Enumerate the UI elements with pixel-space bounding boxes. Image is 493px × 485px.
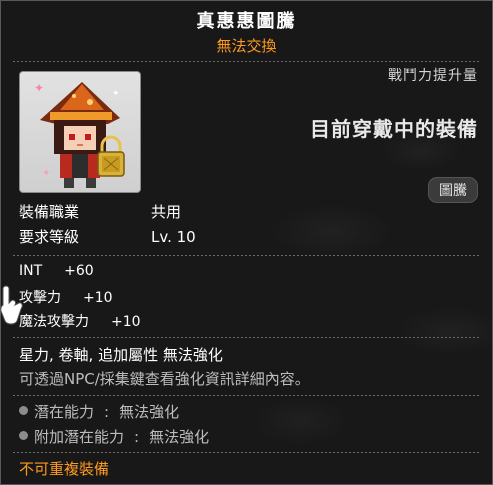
item-description: 可透過NPC/採集鍵查看強化資訊詳細內容。: [19, 370, 310, 388]
lock-icon: [97, 135, 125, 177]
item-type-badge: 圖騰: [428, 177, 478, 203]
stat-row-int: INT +60: [19, 263, 94, 279]
additional-potential-row: 附加潛在能力: 無法強化: [19, 426, 209, 447]
divider-potential: [13, 395, 480, 396]
stat-value: +10: [111, 314, 141, 330]
combat-power-label: 戰鬥力提升量: [388, 68, 478, 84]
hand-cursor-icon: [1, 285, 23, 325]
bullet-dot-icon: [19, 406, 28, 415]
item-tooltip: 真惠惠圖騰 無法交換 ✦ ✦ ✦ 戰鬥力提升量 目前穿戴中的裝備 圖騰 裝備職業…: [0, 0, 493, 485]
requirement-key: 裝備職業: [19, 203, 80, 221]
requirement-key: 要求等級: [19, 228, 80, 246]
stat-key: 魔法攻擊力: [19, 314, 89, 330]
trade-status: 無法交換: [216, 37, 277, 55]
stat-key: 攻擊力: [19, 290, 61, 306]
potential-key: 附加潛在能力: [34, 428, 125, 446]
stat-value: +10: [83, 290, 113, 306]
potential-value: 無法強化: [119, 403, 180, 421]
stat-row-attack: 攻擊力 +10: [19, 287, 113, 307]
item-icon-frame: ✦ ✦ ✦: [19, 71, 141, 193]
megumin-totem-icon: ✦ ✦ ✦: [34, 81, 125, 188]
svg-text:✦: ✦: [42, 168, 50, 179]
divider-bottom: [13, 452, 480, 453]
potential-key: 潛在能力: [34, 403, 95, 421]
divider-stats: [13, 255, 480, 256]
requirement-value: Lv. 10: [151, 228, 196, 246]
equipped-label: 目前穿戴中的裝備: [310, 117, 478, 141]
svg-text:✦: ✦: [112, 89, 120, 99]
potential-row: 潛在能力: 無法強化: [19, 401, 179, 422]
requirement-row-job: 裝備職業 共用: [19, 201, 181, 222]
item-name: 真惠惠圖騰: [196, 11, 297, 32]
divider-top: [13, 61, 480, 62]
stat-row-magic-attack: 魔法攻擊力 +10: [19, 311, 141, 331]
requirement-value: 共用: [151, 203, 182, 221]
enhance-flags: 星力, 卷軸, 追加屬性 無法強化: [19, 346, 223, 364]
bullet-dot-icon: [19, 431, 28, 440]
potential-value: 無法強化: [149, 428, 210, 446]
requirement-row-level: 要求等級 Lv. 10: [19, 226, 196, 247]
stat-key: INT: [19, 263, 43, 279]
stat-value: +60: [64, 263, 94, 279]
divider-flags: [13, 337, 480, 338]
unique-equip-warning: 不可重複裝備: [19, 460, 110, 478]
svg-text:✦: ✦: [34, 81, 44, 95]
